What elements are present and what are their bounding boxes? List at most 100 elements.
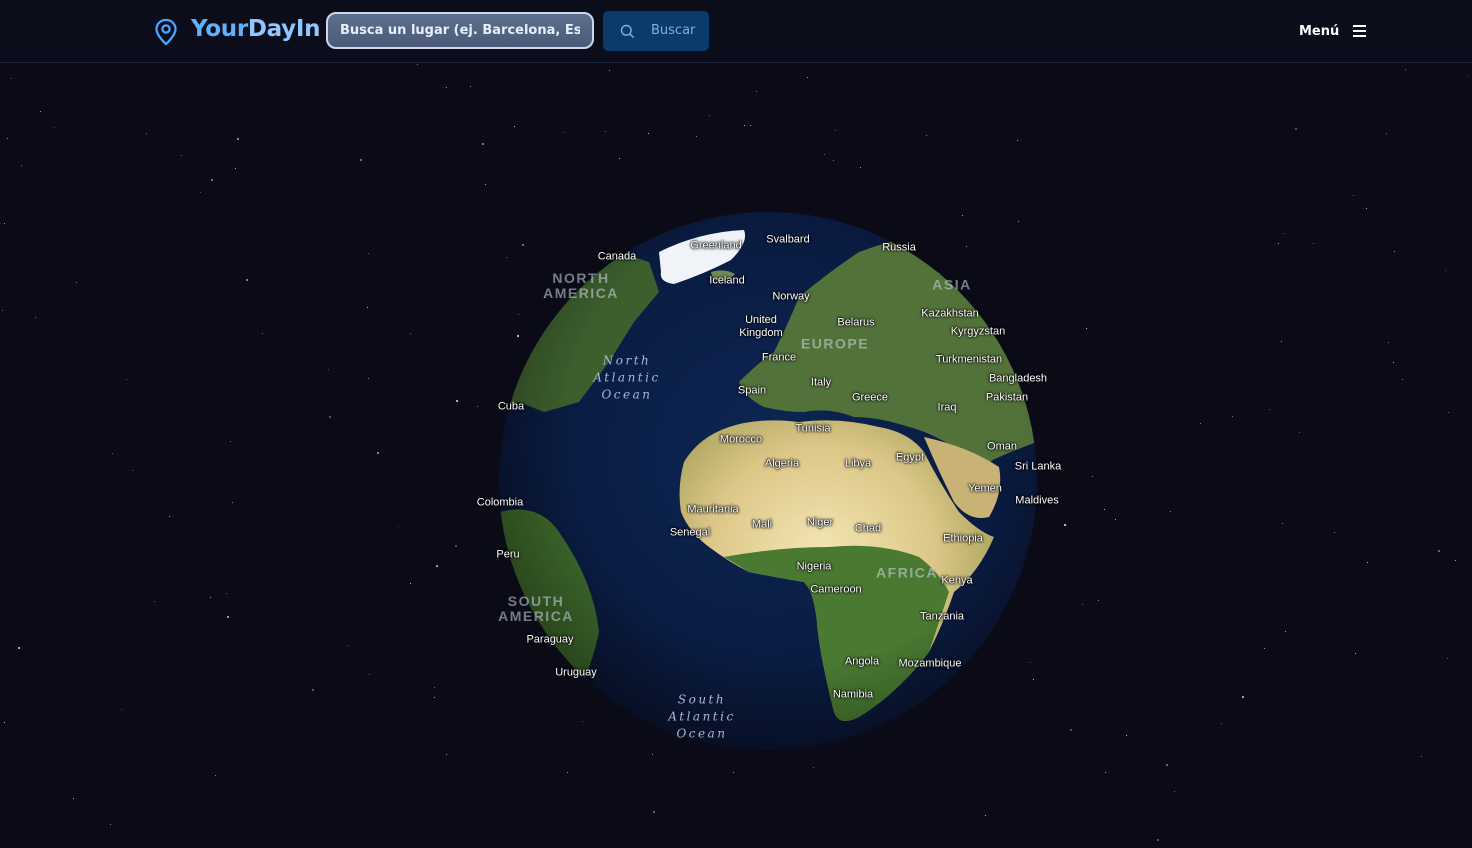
hamburger-menu-icon	[1353, 25, 1366, 40]
label-kazakhstan: Kazakhstan	[921, 307, 979, 320]
label-mali: Mali	[751, 518, 773, 531]
label-north-atlantic-ocean: North Atlantic Ocean	[593, 353, 661, 402]
star	[1086, 328, 1087, 329]
star	[1092, 476, 1093, 477]
label-mauritania: Mauritania	[687, 503, 739, 516]
star	[73, 798, 74, 799]
label-morocco: Morocco	[719, 433, 763, 446]
star	[377, 452, 379, 454]
search-icon	[620, 24, 635, 39]
label-uruguay: Uruguay	[555, 666, 597, 679]
label-algeria: Algeria	[764, 457, 800, 470]
star	[235, 168, 236, 169]
star	[1388, 342, 1389, 343]
star	[926, 135, 927, 136]
star	[417, 64, 418, 65]
star	[605, 131, 606, 132]
star	[40, 111, 41, 112]
star	[1098, 600, 1099, 601]
star	[232, 502, 233, 503]
star	[1353, 195, 1354, 196]
star	[807, 77, 808, 78]
label-bangladesh: Bangladesh	[988, 372, 1048, 385]
label-asia: ASIA	[932, 276, 972, 293]
label-kenya: Kenya	[941, 574, 973, 587]
label-norway: Norway	[772, 290, 810, 303]
label-tunisia: Tunisia	[795, 422, 831, 435]
star	[1366, 208, 1367, 209]
label-europe: EUROPE	[800, 335, 870, 352]
label-nigeria: Nigeria	[796, 560, 832, 573]
star	[696, 136, 697, 137]
star	[1448, 412, 1449, 413]
label-namibia: Namibia	[832, 688, 874, 701]
map-pin-icon[interactable]	[153, 18, 179, 46]
star	[4, 722, 5, 723]
star	[1104, 509, 1105, 510]
label-russia: Russia	[882, 241, 916, 254]
star	[455, 545, 457, 547]
star	[1174, 791, 1175, 792]
star	[227, 616, 229, 618]
star	[146, 133, 147, 134]
search-button[interactable]: Buscar	[603, 11, 709, 51]
star	[367, 307, 368, 308]
star	[169, 516, 170, 517]
star	[368, 378, 369, 379]
site-logo[interactable]: YourDayIn	[191, 16, 321, 42]
star	[456, 400, 458, 402]
star	[1386, 133, 1387, 134]
star	[312, 689, 314, 691]
star	[1285, 631, 1286, 632]
star	[436, 565, 438, 567]
star	[744, 125, 745, 126]
star	[410, 583, 411, 584]
star	[54, 127, 55, 128]
label-cuba: Cuba	[497, 400, 525, 413]
label-tanzania: Tanzania	[919, 610, 965, 623]
star	[653, 811, 655, 813]
star	[756, 91, 757, 92]
star	[11, 78, 12, 79]
label-svalbard: Svalbard	[766, 233, 810, 246]
star	[1170, 511, 1171, 512]
star	[750, 125, 751, 126]
star	[1082, 604, 1083, 605]
star	[230, 441, 231, 442]
star	[76, 282, 77, 283]
star	[328, 369, 329, 370]
label-south-atlantic-ocean: South Atlantic Ocean	[668, 692, 736, 741]
star	[369, 674, 370, 675]
star	[1242, 696, 1244, 698]
star	[1017, 140, 1018, 141]
star	[1221, 723, 1222, 724]
star	[1232, 416, 1233, 417]
star	[1447, 658, 1448, 659]
label-senegal: Senegal	[669, 526, 711, 539]
label-colombia: Colombia	[476, 496, 524, 509]
star	[18, 647, 20, 649]
star	[226, 593, 227, 594]
label-italy: Italy	[810, 376, 832, 389]
star	[1299, 432, 1300, 433]
star	[1115, 519, 1116, 520]
label-greenland: Greenland	[690, 239, 742, 252]
menu-button[interactable]: Menú	[1292, 18, 1372, 44]
search-input[interactable]	[326, 12, 594, 49]
star	[329, 416, 331, 418]
star	[132, 470, 133, 471]
star	[1313, 243, 1314, 244]
star	[1438, 550, 1440, 552]
label-spain: Spain	[737, 384, 767, 397]
star	[1281, 341, 1282, 342]
label-pakistan: Pakistan	[985, 391, 1029, 404]
star	[1393, 362, 1394, 363]
label-france: France	[761, 351, 797, 364]
star	[35, 317, 36, 318]
star	[1269, 409, 1270, 410]
star	[835, 130, 836, 131]
star	[154, 601, 155, 602]
star	[609, 70, 610, 71]
star	[1200, 423, 1201, 424]
star	[514, 126, 515, 127]
